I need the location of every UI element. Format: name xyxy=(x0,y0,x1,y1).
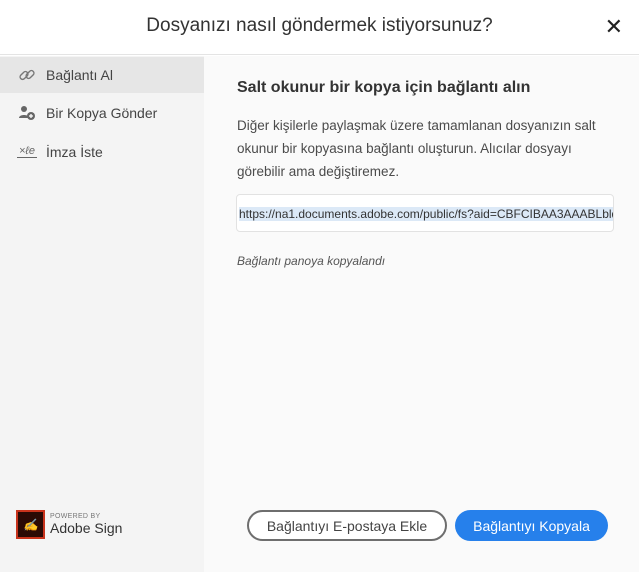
add-person-icon xyxy=(17,105,37,121)
section-description: Diğer kişilerle paylaşmak üzere tamamlan… xyxy=(237,118,596,179)
sidebar-item-request-signature[interactable]: ×ℓe İmza İste xyxy=(0,134,204,170)
sidebar-item-label: Bir Kopya Gönder xyxy=(46,105,158,121)
sidebar-item-label: Bağlantı Al xyxy=(46,67,113,83)
copied-status: Bağlantı panoya kopyalandı xyxy=(237,254,386,268)
link-icon xyxy=(17,66,37,84)
link-url-field[interactable]: https://na1.documents.adobe.com/public/f… xyxy=(236,194,614,232)
dialog-title: Dosyanızı nasıl göndermek istiyorsunuz? xyxy=(146,15,493,36)
section-heading: Salt okunur bir kopya için bağlantı alın xyxy=(237,79,531,96)
sidebar-item-label: İmza İste xyxy=(46,144,103,160)
sidebar-item-get-link[interactable]: Bağlantı Al xyxy=(0,57,204,93)
add-link-to-email-button[interactable]: Bağlantıyı E-postaya Ekle xyxy=(247,510,447,541)
adobe-sign-logo: ✍ POWERED BY Adobe Sign xyxy=(16,510,122,539)
copy-link-button[interactable]: Bağlantıyı Kopyala xyxy=(455,510,608,541)
sidebar: Bağlantı Al Bir Kopya Gönder ×ℓe İmza İs… xyxy=(0,56,204,572)
dialog-header: Dosyanızı nasıl göndermek istiyorsunuz? … xyxy=(0,0,639,55)
close-icon[interactable]: ✕ xyxy=(605,14,623,40)
signature-icon: ×ℓe xyxy=(17,145,37,158)
sidebar-item-send-copy[interactable]: Bir Kopya Gönder xyxy=(0,95,204,131)
powered-by-label: POWERED BY xyxy=(50,513,101,520)
link-url-text: https://na1.documents.adobe.com/public/f… xyxy=(239,207,613,221)
adobe-sign-logo-mark: ✍ xyxy=(16,510,45,539)
main-panel: Salt okunur bir kopya için bağlantı alın… xyxy=(204,56,639,572)
brand-label: Adobe Sign xyxy=(50,520,123,536)
